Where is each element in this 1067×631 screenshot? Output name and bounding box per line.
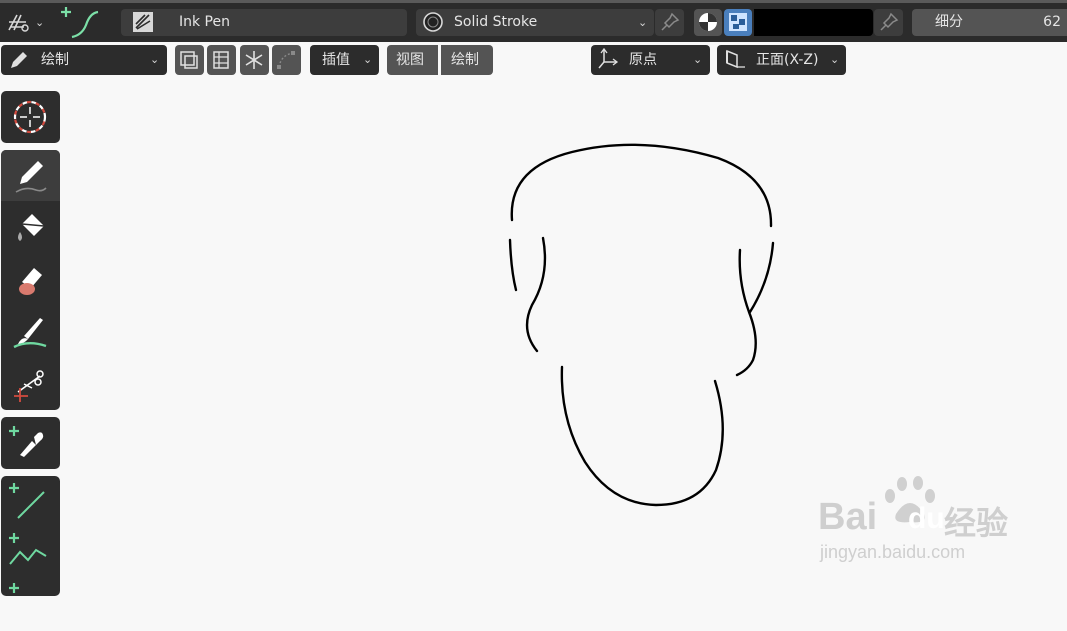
tool-header: ⌄ Ink Pen Solid Stroke ⌄ 细分 62 bbox=[0, 0, 1067, 42]
pencil-icon bbox=[15, 161, 47, 193]
origin-dropdown[interactable]: 原点 ⌄ bbox=[591, 45, 710, 75]
cursor-tool[interactable] bbox=[1, 91, 60, 142]
film-strip-icon bbox=[213, 51, 229, 69]
material-pin-button[interactable] bbox=[655, 9, 684, 36]
material-name: Solid Stroke bbox=[454, 14, 538, 30]
chevron-down-icon: ⌄ bbox=[693, 53, 703, 66]
material-mode-icon bbox=[699, 13, 717, 31]
tool-settings-dropdown[interactable]: ⌄ bbox=[3, 9, 49, 36]
eyedropper-tool[interactable] bbox=[1, 417, 60, 468]
chevron-down-icon: ⌄ bbox=[830, 53, 840, 66]
layers-icon bbox=[180, 51, 198, 69]
stroke-left-ear bbox=[508, 236, 547, 353]
origin-label: 原点 bbox=[629, 52, 657, 68]
stroke-curve-icon bbox=[61, 7, 99, 39]
view-menu[interactable]: 视图 bbox=[387, 45, 438, 75]
tool-group-primitives bbox=[1, 476, 60, 596]
view-menu-label: 视图 bbox=[396, 52, 424, 68]
stroke-snout bbox=[560, 365, 724, 507]
pin-icon bbox=[880, 12, 899, 31]
line-tool[interactable] bbox=[1, 476, 60, 527]
multiframe-toggle[interactable] bbox=[175, 45, 204, 75]
polyline-tool[interactable] bbox=[1, 528, 60, 579]
eyedropper-icon bbox=[9, 426, 44, 457]
curve-editing-toggle[interactable] bbox=[272, 45, 301, 75]
draw-menu-label: 绘制 bbox=[451, 52, 479, 68]
crosshair-icon bbox=[13, 100, 47, 134]
drawn-strokes bbox=[508, 143, 775, 507]
tool-group-cursor bbox=[1, 91, 60, 143]
pin-icon bbox=[661, 12, 680, 31]
pencil-icon bbox=[11, 52, 27, 68]
guides-toggle[interactable] bbox=[240, 45, 269, 75]
interpolate-label: 插值 bbox=[322, 52, 350, 68]
mode-dropdown[interactable]: 绘制 ⌄ bbox=[1, 45, 167, 75]
chevron-down-icon: ⌄ bbox=[363, 53, 373, 66]
vertex-color-toggle[interactable] bbox=[724, 9, 752, 36]
tint-tool[interactable] bbox=[1, 306, 60, 357]
grease-pencil-settings-icon bbox=[8, 14, 29, 32]
stroke-right-ear bbox=[735, 241, 775, 377]
tool-group-sample bbox=[1, 417, 60, 469]
watermark-brand: Bai bbox=[818, 496, 878, 538]
subdivision-field[interactable]: 细分 62 bbox=[912, 9, 1067, 36]
brush-name: Ink Pen bbox=[179, 14, 230, 30]
chevron-down-icon: ⌄ bbox=[638, 16, 648, 29]
snowflake-icon bbox=[245, 51, 263, 69]
vertex-color-icon bbox=[729, 13, 747, 31]
drawing-plane-label: 正面(X-Z) bbox=[756, 52, 819, 68]
add-primitive-icon bbox=[9, 583, 19, 593]
ink-pen-brush-icon bbox=[133, 12, 153, 32]
brush-icon bbox=[13, 318, 47, 349]
material-sphere-icon bbox=[423, 12, 443, 32]
baidu-watermark: Bai du 经验 jingyan.baidu.com bbox=[818, 474, 1018, 574]
front-plane-icon bbox=[726, 49, 745, 69]
drawing-plane-dropdown[interactable]: 正面(X-Z) ⌄ bbox=[717, 45, 846, 75]
color-swatch[interactable] bbox=[754, 9, 873, 36]
polyline-icon bbox=[9, 533, 47, 565]
watermark-brand-cn: 经验 bbox=[944, 504, 1009, 542]
watermark-url: jingyan.baidu.com bbox=[820, 542, 966, 562]
chevron-down-icon: ⌄ bbox=[150, 53, 160, 66]
color-pin-button[interactable] bbox=[874, 9, 903, 36]
scissors-icon bbox=[14, 370, 44, 402]
interpolate-menu[interactable]: 插值 ⌄ bbox=[310, 45, 379, 75]
eraser-icon bbox=[19, 268, 42, 295]
watermark-brand-du: du bbox=[908, 502, 945, 535]
color-mode-toggle[interactable] bbox=[694, 9, 722, 36]
brush-selector[interactable]: Ink Pen bbox=[121, 9, 407, 36]
draw-menu[interactable]: 绘制 bbox=[441, 45, 493, 75]
autolock-toggle[interactable] bbox=[207, 45, 236, 75]
curve-edit-icon bbox=[277, 51, 295, 69]
draw-tool[interactable] bbox=[1, 150, 60, 201]
bucket-icon bbox=[18, 214, 45, 241]
next-primitive-tool[interactable] bbox=[1, 580, 60, 631]
origin-axis-icon bbox=[598, 47, 619, 69]
fill-tool[interactable] bbox=[1, 202, 60, 253]
tool-group-paint bbox=[1, 150, 60, 410]
stroke-head-top bbox=[510, 143, 773, 228]
subdivision-label: 细分 bbox=[935, 14, 963, 30]
mode-label: 绘制 bbox=[41, 52, 69, 68]
chevron-down-icon: ⌄ bbox=[35, 16, 45, 29]
subdivision-value: 62 bbox=[1043, 14, 1061, 30]
line-icon bbox=[9, 483, 45, 519]
material-selector[interactable]: Solid Stroke ⌄ bbox=[416, 9, 654, 36]
erase-tool[interactable] bbox=[1, 254, 60, 305]
cutter-tool[interactable] bbox=[1, 358, 60, 409]
